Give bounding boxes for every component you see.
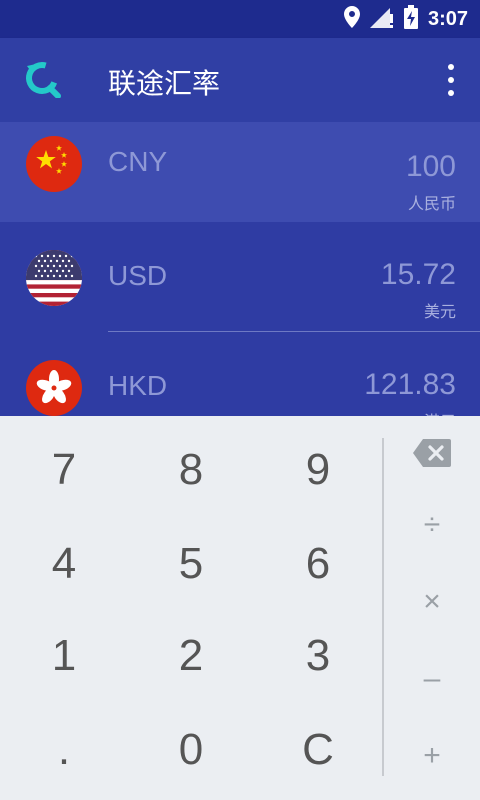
refresh-logo-icon[interactable] xyxy=(22,58,62,102)
key-2[interactable]: 2 xyxy=(127,610,255,702)
key-3[interactable]: 3 xyxy=(254,610,382,702)
key-0[interactable]: 0 xyxy=(127,704,255,796)
key-decimal[interactable]: . xyxy=(0,704,128,796)
currency-value: 15.72 xyxy=(380,258,456,291)
hong-kong-flag-icon xyxy=(26,360,82,416)
currency-value: 100 xyxy=(405,150,456,183)
currency-row-usd[interactable]: USD 15.72 美元 xyxy=(0,222,480,332)
status-time: 3:07 xyxy=(427,7,468,30)
key-1[interactable]: 1 xyxy=(0,610,128,702)
currency-code: CNY xyxy=(108,146,168,177)
currency-name: 港元 xyxy=(424,408,456,416)
currency-code: HKD xyxy=(108,370,168,401)
key-7[interactable]: 7 xyxy=(0,424,128,516)
currency-row-cny[interactable]: CNY 100 人民币 xyxy=(0,122,480,222)
backspace-icon xyxy=(413,439,451,475)
currency-value: 121.83 xyxy=(364,368,456,401)
app-bar: 联途汇率 xyxy=(0,38,480,122)
usa-flag-icon xyxy=(26,250,82,306)
overflow-menu-icon[interactable] xyxy=(446,64,456,96)
currency-list: CNY 100 人民币 USD 15.72 美元 HKD 121.83 xyxy=(0,122,480,416)
add-button[interactable]: + xyxy=(384,717,480,795)
backspace-button[interactable] xyxy=(384,418,480,496)
key-9[interactable]: 9 xyxy=(254,424,382,516)
status-bar: 3:07 xyxy=(0,0,480,38)
battery-icon xyxy=(403,5,418,33)
location-icon xyxy=(343,6,360,32)
key-4[interactable]: 4 xyxy=(0,518,128,610)
china-flag-icon xyxy=(26,136,82,192)
currency-name: 人民币 xyxy=(407,194,456,213)
numeric-keypad: 7 8 9 4 5 6 1 2 3 . 0 C ÷ × – + xyxy=(0,416,480,800)
key-8[interactable]: 8 xyxy=(127,424,255,516)
divide-button[interactable]: ÷ xyxy=(384,486,480,564)
app-title: 联途汇率 xyxy=(108,67,221,100)
key-6[interactable]: 6 xyxy=(254,518,382,610)
multiply-button[interactable]: × xyxy=(384,563,480,641)
currency-code: USD xyxy=(108,260,168,291)
key-clear[interactable]: C xyxy=(254,704,382,796)
subtract-button[interactable]: – xyxy=(384,640,480,718)
currency-name: 美元 xyxy=(423,302,456,321)
currency-row-hkd[interactable]: HKD 121.83 港元 xyxy=(0,332,480,416)
signal-icon xyxy=(369,6,394,32)
key-5[interactable]: 5 xyxy=(127,518,255,610)
